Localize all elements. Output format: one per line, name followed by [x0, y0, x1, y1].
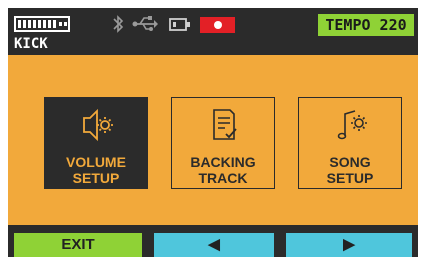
- bluetooth-icon: [113, 15, 124, 33]
- device-screen: TEMPO 220 KICK VOLUME SETUP BACKING TRAC…: [8, 8, 418, 257]
- volume-setup-label: VOLUME SETUP: [66, 154, 126, 186]
- next-button[interactable]: ▶: [286, 233, 412, 257]
- speaker-gear-icon: [83, 108, 113, 142]
- backing-track-label: BACKING TRACK: [190, 154, 256, 186]
- record-icon: [200, 17, 235, 33]
- sd-card-icon: [169, 18, 190, 31]
- backing-track-button[interactable]: BACKING TRACK: [171, 97, 275, 189]
- usb-icon: [132, 16, 158, 31]
- exit-button[interactable]: EXIT: [14, 233, 142, 257]
- song-setup-button[interactable]: SONG SETUP: [298, 97, 402, 189]
- song-setup-label: SONG SETUP: [326, 154, 374, 186]
- bottom-bar: EXIT ◀ ▶: [8, 225, 418, 257]
- status-bar: TEMPO 220 KICK: [8, 8, 418, 55]
- battery-icon: [14, 16, 70, 32]
- music-note-gear-icon: [337, 110, 367, 140]
- tempo-display[interactable]: TEMPO 220: [318, 14, 414, 36]
- kit-name: KICK: [14, 36, 48, 52]
- menu-area: VOLUME SETUP BACKING TRACK SONG SETUP: [8, 55, 418, 225]
- document-check-icon: [213, 109, 237, 140]
- previous-button[interactable]: ◀: [154, 233, 274, 257]
- volume-setup-button[interactable]: VOLUME SETUP: [44, 97, 148, 189]
